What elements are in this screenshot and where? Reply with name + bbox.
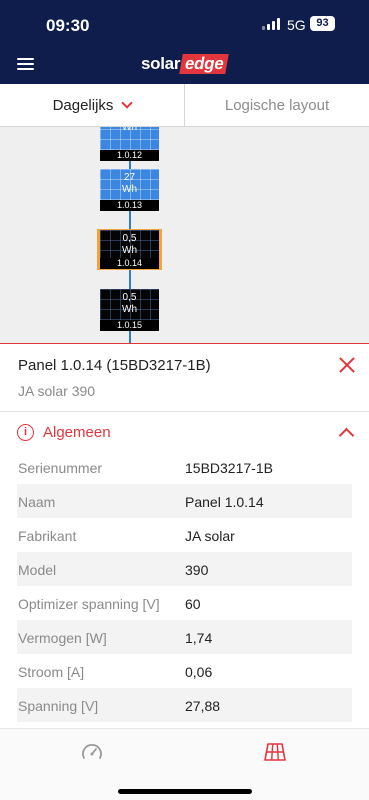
- panel-energy-unit: Wh: [122, 245, 137, 256]
- table-row: Spanning [V] 27,88: [17, 688, 352, 722]
- panel-id: 1.0.12: [100, 150, 159, 161]
- battery-icon: 93: [310, 16, 335, 31]
- row-value: JA solar: [185, 528, 235, 544]
- table-row: Serienummer 15BD3217-1B: [17, 450, 352, 484]
- panel-layout-view[interactable]: Wh 1.0.12 27 Wh 1.0.13 0,5 Wh 1.0.14 0,5…: [0, 127, 369, 344]
- row-value: 27,88: [185, 698, 221, 714]
- panel-grid-icon[interactable]: [264, 743, 286, 761]
- panel-energy-value: 0,5: [122, 233, 137, 244]
- tab-daily-label: Dagelijks: [52, 97, 114, 114]
- chevron-up-icon[interactable]: [338, 427, 355, 444]
- tab-daily[interactable]: Dagelijks: [0, 84, 185, 127]
- panel-energy-value: 27: [123, 172, 136, 183]
- info-icon: i: [17, 424, 34, 441]
- brand-logo: solar edge: [141, 54, 230, 74]
- row-label: Fabrikant: [18, 528, 77, 544]
- top-bar: 09:30 5G 93 solar edge: [0, 0, 369, 84]
- row-value: 390: [185, 562, 209, 578]
- row-value: 15BD3217-1B: [185, 460, 273, 476]
- row-label: Serienummer: [18, 460, 103, 476]
- section-separator: [0, 411, 369, 412]
- menu-icon[interactable]: [17, 58, 34, 71]
- panel-id: 1.0.15: [100, 320, 159, 331]
- tab-logical-layout-label: Logische layout: [224, 97, 330, 114]
- table-row: Naam Panel 1.0.14: [17, 484, 352, 518]
- panel-energy-value: 0,5: [122, 292, 137, 303]
- table-row: Optimizer spanning [V] 60: [17, 586, 352, 620]
- logo-text-solar: solar: [141, 54, 181, 73]
- logo-text-edge: edge: [179, 54, 230, 74]
- row-label: Vermogen [W]: [18, 630, 107, 646]
- status-time: 09:30: [46, 16, 90, 35]
- signal-icon: [262, 18, 282, 30]
- panel-energy-unit: Wh: [122, 184, 137, 195]
- table-row: Stroom [A] 0,06: [17, 654, 352, 688]
- network-type: 5G: [287, 17, 306, 33]
- row-label: Optimizer spanning [V]: [18, 596, 160, 612]
- panel-energy-unit: Wh: [122, 127, 137, 133]
- row-label: Naam: [18, 494, 56, 510]
- row-label: Spanning [V]: [18, 698, 99, 714]
- row-value: 1,74: [185, 630, 213, 646]
- bottom-tab-bar: [0, 728, 369, 800]
- panel-energy-unit: Wh: [122, 304, 137, 315]
- solar-panel[interactable]: 0,5 Wh 1.0.15: [100, 289, 159, 331]
- panel-id: 1.0.13: [100, 200, 159, 211]
- chevron-down-icon: [121, 97, 134, 109]
- row-value: Panel 1.0.14: [185, 494, 264, 510]
- home-indicator: [118, 789, 252, 794]
- solar-panel-selected[interactable]: 0,5 Wh 1.0.14: [100, 230, 159, 269]
- table-row: Vermogen [W] 1,74: [17, 620, 352, 654]
- row-label: Model: [18, 562, 57, 578]
- solar-panel[interactable]: Wh 1.0.12: [100, 127, 159, 161]
- panel-title: Panel 1.0.14 (15BD3217-1B): [18, 357, 211, 374]
- panel-subtitle: JA solar 390: [18, 383, 96, 399]
- detail-table: Serienummer 15BD3217-1B Naam Panel 1.0.1…: [17, 450, 352, 722]
- row-value: 60: [185, 596, 201, 612]
- panel-id: 1.0.14: [100, 258, 159, 269]
- close-icon[interactable]: [336, 354, 358, 376]
- sheet-divider: [0, 343, 369, 344]
- view-tabs: Dagelijks Logische layout: [0, 84, 369, 127]
- solar-panel[interactable]: 27 Wh 1.0.13: [100, 169, 159, 211]
- table-row: Fabrikant JA solar: [17, 518, 352, 552]
- tab-logical-layout[interactable]: Logische layout: [185, 84, 369, 127]
- row-label: Stroom [A]: [18, 664, 85, 680]
- section-title-general[interactable]: Algemeen: [43, 424, 111, 441]
- gauge-icon[interactable]: [81, 742, 103, 764]
- row-value: 0,06: [185, 664, 213, 680]
- table-row: Model 390: [17, 552, 352, 586]
